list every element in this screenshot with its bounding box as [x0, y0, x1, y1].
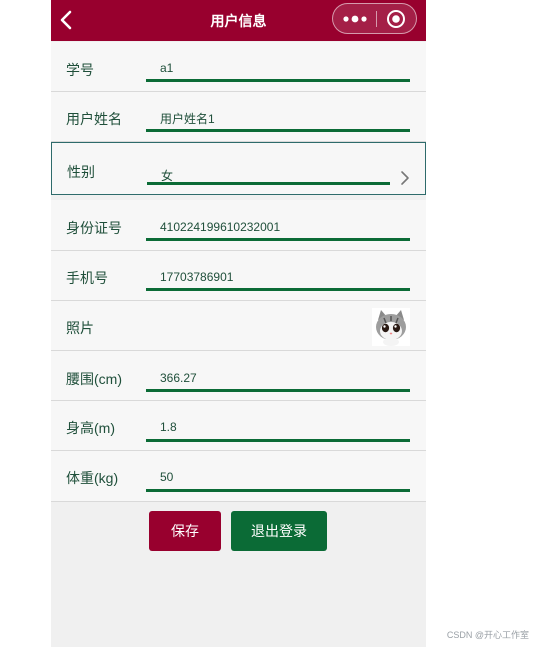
height-input[interactable]: 1.8	[160, 420, 177, 434]
capsule-divider	[376, 11, 377, 27]
phone-screen: 用户信息 学号 a1 用户姓名 用户姓名1 性别 女 身份证号 41022419…	[51, 0, 426, 647]
row-id-card: 身份证号 410224199610232001	[51, 200, 426, 251]
row-phone: 手机号 17703786901	[51, 251, 426, 301]
row-student-id: 学号 a1	[51, 42, 426, 92]
student-id-label: 学号	[66, 62, 94, 78]
height-underline	[146, 439, 410, 442]
logout-button[interactable]: 退出登录	[231, 511, 327, 551]
cat-avatar-icon[interactable]	[372, 308, 410, 346]
phone-input[interactable]: 17703786901	[160, 270, 233, 284]
chevron-left-icon[interactable]	[59, 9, 73, 31]
photo-label: 照片	[66, 320, 94, 336]
mini-program-capsule	[332, 3, 417, 34]
weight-underline	[146, 489, 410, 492]
chevron-right-icon[interactable]	[400, 170, 410, 186]
row-photo: 照片	[51, 301, 426, 351]
student-id-input[interactable]: a1	[160, 61, 173, 75]
phone-underline	[146, 288, 410, 291]
name-input[interactable]: 用户姓名1	[160, 110, 215, 127]
id-card-input[interactable]: 410224199610232001	[160, 220, 280, 234]
weight-label: 体重(kg)	[66, 470, 119, 486]
weight-input[interactable]: 50	[160, 470, 173, 484]
more-dots-icon[interactable]	[342, 12, 368, 26]
row-weight: 体重(kg) 50	[51, 451, 426, 502]
waist-input[interactable]: 366.27	[160, 371, 197, 385]
phone-label: 手机号	[66, 270, 108, 286]
waist-label: 腰围(cm)	[66, 371, 122, 387]
save-button[interactable]: 保存	[149, 511, 221, 551]
row-height: 身高(m) 1.8	[51, 401, 426, 451]
watermark-text: CSDN @开心工作室	[446, 630, 529, 640]
name-underline	[146, 129, 410, 132]
navigation-bar: 用户信息	[51, 0, 426, 41]
gender-underline	[147, 182, 390, 185]
target-close-icon[interactable]	[386, 9, 406, 29]
row-waist: 腰围(cm) 366.27	[51, 351, 426, 401]
row-name: 用户姓名 用户姓名1	[51, 92, 426, 142]
name-label: 用户姓名	[66, 111, 122, 127]
id-card-label: 身份证号	[66, 220, 122, 236]
gender-label: 性别	[67, 164, 95, 180]
height-label: 身高(m)	[66, 420, 115, 436]
row-gender-picker[interactable]: 性别 女	[51, 142, 426, 195]
student-id-underline	[146, 79, 410, 82]
id-card-underline	[146, 238, 410, 241]
waist-underline	[146, 389, 410, 392]
